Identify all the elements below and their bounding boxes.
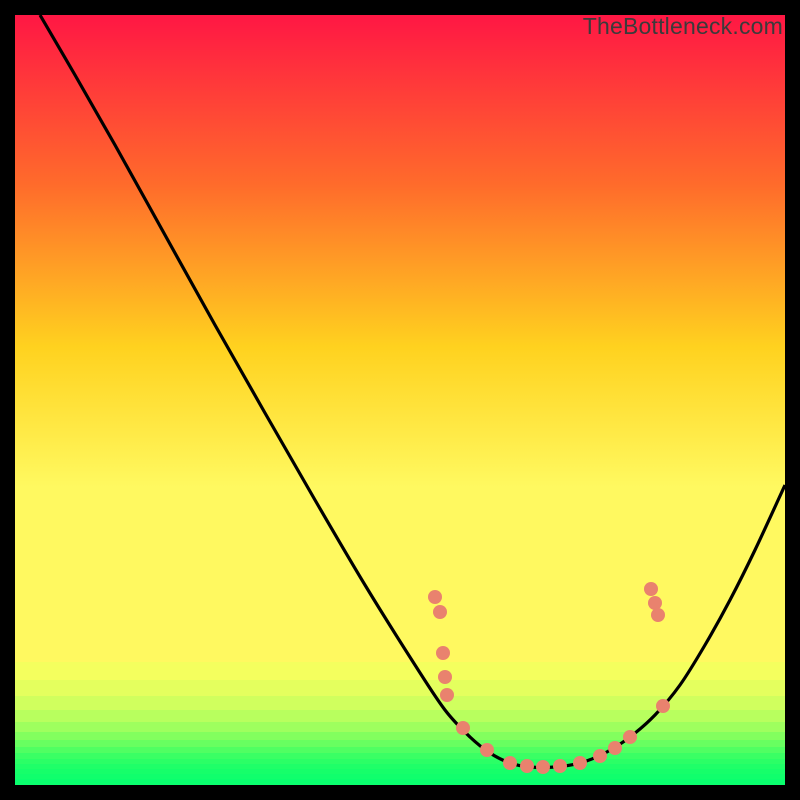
gradient-band [15,759,785,764]
data-point [503,756,517,770]
bottleneck-curve-chart [15,15,785,785]
gradient-background-upper [15,15,785,620]
data-point [648,596,662,610]
data-point [593,749,607,763]
data-point [656,699,670,713]
gradient-band [15,779,785,785]
watermark-text: TheBottleneck.com [583,13,783,40]
data-point [428,590,442,604]
gradient-band [15,642,785,662]
gradient-band [15,680,785,696]
data-point [436,646,450,660]
gradient-band [15,710,785,722]
gradient-band [15,747,785,753]
data-point [480,743,494,757]
gradient-bands-lower [15,620,785,785]
data-point [438,670,452,684]
data-point [573,756,587,770]
data-point [608,741,622,755]
data-point [651,608,665,622]
gradient-band [15,764,785,769]
data-point [536,760,550,774]
data-point [553,759,567,773]
gradient-band [15,769,785,774]
data-point [623,730,637,744]
gradient-band [15,722,785,732]
data-point [456,721,470,735]
gradient-band [15,662,785,680]
gradient-band [15,774,785,779]
data-point [440,688,454,702]
data-point [644,582,658,596]
chart-frame: TheBottleneck.com [15,15,785,785]
gradient-band [15,753,785,759]
data-point [433,605,447,619]
gradient-band [15,740,785,747]
data-point [520,759,534,773]
gradient-band [15,732,785,740]
